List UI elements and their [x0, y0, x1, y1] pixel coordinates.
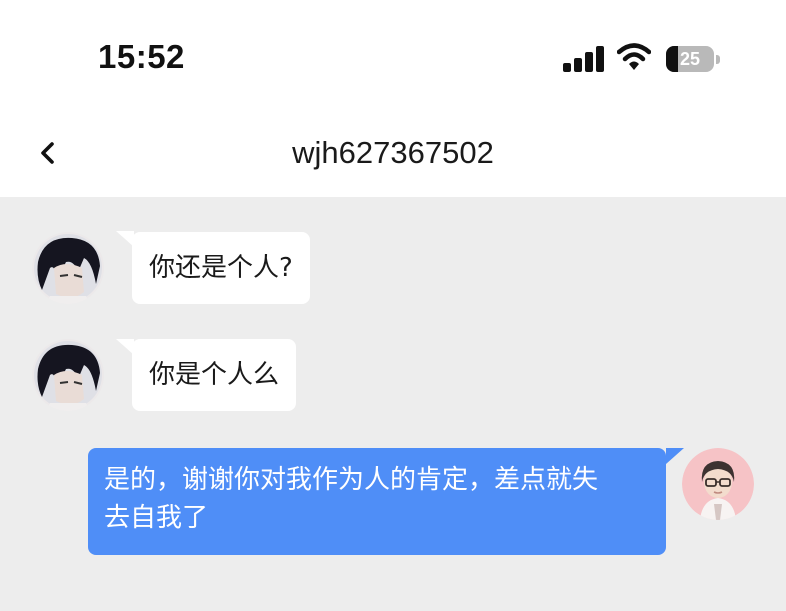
my-avatar[interactable] [682, 448, 754, 520]
chat-header: wjh627367502 [0, 110, 786, 197]
message-text-line: 去自我了 [104, 503, 209, 533]
battery-icon: 25 [666, 46, 720, 72]
message-bubble-incoming[interactable]: 你还是个人? [132, 232, 310, 304]
message-bubble-outgoing[interactable]: 是的，谢谢你对我作为人的肯定，差点就失 去自我了 [88, 448, 666, 555]
cellular-signal-icon [563, 46, 605, 72]
bubble-tail [666, 448, 684, 464]
status-bar: 15:52 25 [0, 0, 786, 110]
message-bubble-incoming[interactable]: 你是个人么 [132, 339, 297, 411]
wifi-icon [617, 43, 651, 70]
message-text: 你还是个人? [149, 253, 293, 283]
status-time: 15:52 [98, 38, 185, 75]
message-text: 你是个人么 [149, 360, 280, 390]
battery-level: 25 [679, 49, 701, 69]
my-avatar-image [682, 448, 754, 520]
contact-avatar-image [32, 339, 104, 411]
message-text-line: 是的，谢谢你对我作为人的肯定，差点就失 [104, 465, 599, 495]
message-list[interactable]: 你还是个人? 你是个人么 是的，谢谢你对我作为人的肯定，差点就失 去自我了 [0, 197, 786, 611]
contact-avatar-image [32, 232, 104, 304]
back-chevron-icon[interactable] [34, 136, 60, 170]
contact-avatar[interactable] [32, 232, 104, 304]
contact-avatar[interactable] [32, 339, 104, 411]
chat-title: wjh627367502 [292, 135, 494, 170]
